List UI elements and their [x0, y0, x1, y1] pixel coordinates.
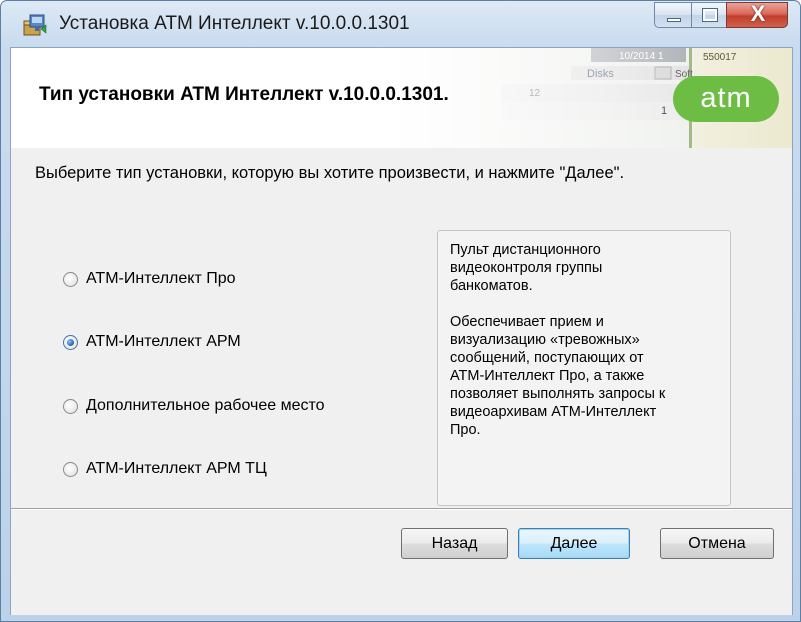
installer-package-icon: [23, 14, 47, 36]
close-icon: X: [750, 1, 766, 26]
description-paragraph-1: Пульт дистанционного видеоконтроля групп…: [450, 242, 603, 294]
banner-code-snippet: 550017: [703, 52, 737, 63]
description-paragraph-2: Обеспечивает прием и визуализацию «трево…: [450, 314, 666, 438]
radio-button-icon[interactable]: [63, 398, 78, 414]
radio-button-selected-icon[interactable]: [63, 334, 78, 350]
divider: [11, 509, 792, 510]
option-atm-intellect-arm[interactable]: АТМ-Интеллект АРМ: [63, 331, 241, 353]
option-additional-workplace[interactable]: Дополнительное рабочее место: [63, 395, 325, 417]
dialog-client-area: 10/2014 1 550017 Disks Soft 12 1 Тип уст…: [10, 47, 793, 615]
maximize-icon: [702, 8, 718, 22]
banner-disks-snippet: Disks: [587, 68, 614, 80]
minimize-button[interactable]: [654, 2, 692, 28]
minimize-icon: [667, 18, 681, 22]
option-label: АТМ-Интеллект АРМ ТЦ: [86, 460, 267, 477]
close-button[interactable]: X: [726, 1, 788, 28]
banner-num-snippet-b: 1: [661, 105, 667, 117]
atm-logo: atm: [673, 76, 779, 122]
banner-num-snippet-a: 12: [529, 88, 541, 99]
title-bar[interactable]: Установка ATM Интеллект v.10.0.0.1301 X: [1, 1, 800, 47]
instruction-text: Выберите тип установки, которую вы хотит…: [35, 164, 625, 182]
cancel-button[interactable]: Отмена: [660, 528, 774, 559]
button-bar: Назад Далее Отмена: [11, 508, 792, 615]
header-banner: 10/2014 1 550017 Disks Soft 12 1 Тип уст…: [11, 48, 792, 149]
back-button[interactable]: Назад: [401, 528, 508, 559]
installer-window: Установка ATM Интеллект v.10.0.0.1301 X: [0, 0, 801, 622]
option-atm-intellect-arm-tc[interactable]: АТМ-Интеллект АРМ ТЦ: [63, 458, 267, 480]
install-type-panel: Выберите тип установки, которую вы хотит…: [11, 148, 792, 508]
window-title: Установка ATM Интеллект v.10.0.0.1301: [59, 13, 410, 34]
option-label: АТМ-Интеллект Про: [86, 270, 236, 287]
banner-date-snippet: 10/2014 1: [619, 51, 664, 62]
option-atm-intellect-pro[interactable]: АТМ-Интеллект Про: [63, 268, 236, 290]
radio-button-icon[interactable]: [63, 461, 78, 477]
page-heading: Тип установки ATM Интеллект v.10.0.0.130…: [39, 84, 449, 105]
next-button[interactable]: Далее: [518, 528, 630, 559]
option-description-box: Пульт дистанционного видеоконтроля групп…: [437, 230, 731, 506]
maximize-button[interactable]: [691, 2, 727, 28]
option-label: Дополнительное рабочее место: [86, 397, 325, 414]
radio-button-icon[interactable]: [63, 271, 78, 287]
option-label: АТМ-Интеллект АРМ: [86, 333, 241, 350]
